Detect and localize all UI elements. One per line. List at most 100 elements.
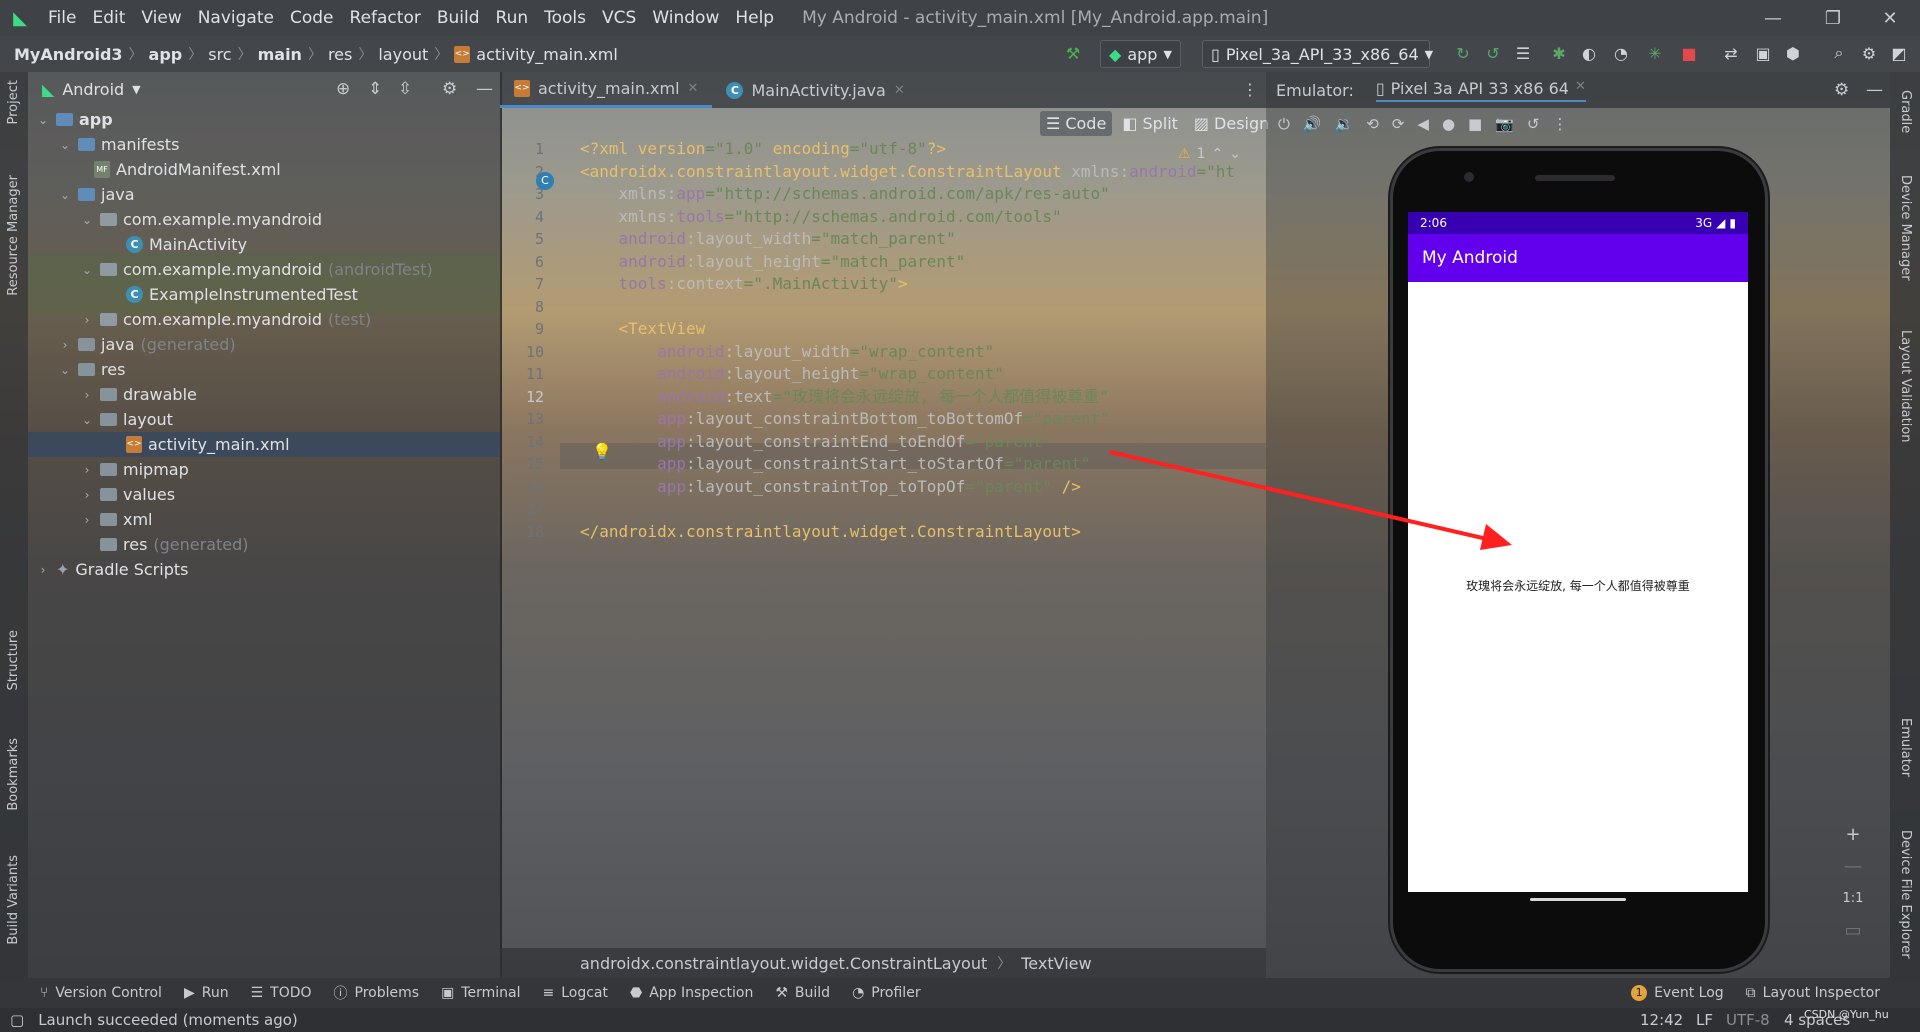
expand-all-icon[interactable]: ⇕ — [368, 79, 382, 99]
menu-tools[interactable]: Tools — [536, 8, 594, 28]
tool-problems[interactable]: ⓘ Problems — [334, 983, 420, 1003]
tool-terminal[interactable]: ▣ Terminal — [441, 985, 520, 1001]
hide-panel-icon[interactable]: — — [1866, 80, 1883, 100]
menu-edit[interactable]: Edit — [84, 8, 133, 28]
camera-icon[interactable]: 📷 — [1495, 115, 1514, 133]
tool-tab-device-manager[interactable]: Device Manager — [1898, 175, 1913, 281]
emulator-device-tab[interactable]: ▯ Pixel 3a API 33 x86 64 ✕ — [1375, 79, 1586, 102]
more-vertical-icon[interactable]: ⋮ — [1242, 80, 1258, 99]
close-tab-icon[interactable]: ✕ — [894, 83, 905, 98]
project-view-mode[interactable]: Android — [62, 80, 124, 99]
profiler-gauge-icon[interactable]: ◔ — [1610, 42, 1632, 64]
tree-item-manifests[interactable]: ⌄ manifests — [58, 132, 179, 157]
gear-icon[interactable]: ⚙ — [1834, 80, 1849, 100]
tool-version-control[interactable]: ⑂ Version Control — [40, 985, 162, 1001]
chevron-down-icon[interactable]: ▼ — [132, 83, 140, 96]
tool-logcat[interactable]: ≡ Logcat — [542, 985, 608, 1001]
tool-todo[interactable]: ☰ TODO — [251, 985, 312, 1001]
menu-run[interactable]: Run — [488, 8, 537, 28]
tab-activity-main-xml[interactable]: <> activity_main.xml ✕ — [500, 72, 713, 108]
device-manager-icon[interactable]: ▣ — [1752, 42, 1774, 64]
mode-design-button[interactable]: ▨ Design — [1188, 111, 1275, 136]
tool-tab-project[interactable]: Project — [6, 80, 21, 124]
tool-tab-bookmarks[interactable]: Bookmarks — [6, 738, 21, 811]
menu-file[interactable]: File — [40, 8, 84, 28]
tree-item-app[interactable]: ⌄ app — [36, 107, 113, 132]
home-icon[interactable]: ● — [1442, 115, 1455, 133]
status-panel-icon[interactable]: ▢ — [10, 1011, 24, 1029]
tree-item-mipmap[interactable]: › mipmap — [80, 457, 189, 482]
overview-icon[interactable]: ■ — [1468, 115, 1482, 133]
gear-icon[interactable]: ⚙ — [1858, 42, 1880, 64]
breadcrumb-project[interactable]: MyAndroid3 — [8, 45, 129, 64]
gear-icon[interactable]: ⚙ — [442, 79, 457, 99]
tool-build[interactable]: ⚒ Build — [775, 985, 830, 1001]
menu-refactor[interactable]: Refactor — [342, 8, 429, 28]
tree-item-xml[interactable]: › xml — [80, 507, 153, 532]
zoom-in-icon[interactable]: + — [1838, 820, 1868, 848]
tool-run[interactable]: ▶ Run — [184, 985, 229, 1001]
sdk-manager-icon[interactable]: ⬢ — [1782, 42, 1804, 64]
tool-tab-build-variants[interactable]: Build Variants — [6, 855, 21, 945]
tool-tab-layout-validation[interactable]: Layout Validation — [1898, 330, 1913, 443]
breadcrumb-module[interactable]: app — [143, 45, 189, 64]
mode-split-button[interactable]: ◧ Split — [1116, 111, 1184, 136]
apply-code-changes-icon[interactable]: ↺ — [1482, 42, 1504, 64]
device-select[interactable]: ▯ Pixel_3a_API_33_x86_64 ▼ — [1202, 40, 1433, 68]
tree-item-activity-main-xml[interactable]: <> activity_main.xml — [126, 432, 290, 457]
zoom-actual-size[interactable]: 1:1 — [1838, 884, 1868, 912]
line-separator[interactable]: LF — [1696, 1011, 1713, 1029]
tree-item-package-test[interactable]: › com.example.myandroid (test) — [80, 307, 372, 332]
tree-item-mainactivity[interactable]: C MainActivity — [126, 232, 247, 257]
tool-tab-device-file-explorer[interactable]: Device File Explorer — [1898, 830, 1913, 959]
more-vertical-icon[interactable]: ⋮ — [1553, 115, 1568, 133]
breadcrumb-res[interactable]: res — [322, 45, 358, 64]
volume-up-icon[interactable]: 🔊 — [1303, 115, 1322, 133]
breadcrumb-layout[interactable]: layout — [372, 45, 434, 64]
rotate-right-icon[interactable]: ⟳ — [1392, 115, 1405, 133]
debug-bug-icon[interactable]: ✱ — [1548, 42, 1570, 64]
tool-tab-emulator[interactable]: Emulator — [1898, 718, 1913, 777]
status-message[interactable]: Launch succeeded (moments ago) — [38, 1011, 298, 1029]
close-tab-icon[interactable]: ✕ — [688, 81, 699, 96]
tree-item-drawable[interactable]: › drawable — [80, 382, 197, 407]
tool-tab-gradle[interactable]: Gradle — [1898, 90, 1913, 133]
tree-item-res-generated[interactable]: res (generated) — [80, 532, 249, 557]
tree-item-androidmanifest[interactable]: MF AndroidManifest.xml — [94, 157, 281, 182]
tool-event-log[interactable]: 1 Event Log — [1631, 985, 1724, 1001]
zoom-fit-icon[interactable]: ▭ — [1838, 916, 1868, 944]
hammer-build-icon[interactable]: ⚒ — [1062, 42, 1084, 64]
coverage-icon[interactable]: ◐ — [1578, 42, 1600, 64]
tree-item-package-androidtest[interactable]: ⌄ com.example.myandroid (androidTest) — [80, 257, 433, 282]
power-icon[interactable]: ⏻ — [1278, 115, 1290, 133]
minimize-icon[interactable]: — — [1743, 0, 1803, 36]
stop-icon[interactable]: ■ — [1678, 42, 1700, 64]
apply-changes-icon[interactable]: ↻ — [1452, 42, 1474, 64]
tree-item-layout[interactable]: ⌄ layout — [80, 407, 173, 432]
tab-mainactivity-java[interactable]: C MainActivity.java ✕ — [712, 72, 918, 108]
ide-logo-icon[interactable]: ◩ — [1888, 42, 1910, 64]
tool-tab-resource-manager[interactable]: Resource Manager — [6, 175, 21, 296]
tree-item-gradle-scripts[interactable]: › ✦ Gradle Scripts — [36, 557, 189, 582]
tree-item-java[interactable]: ⌄ java — [58, 182, 135, 207]
menu-view[interactable]: View — [133, 8, 189, 28]
rotate-left-icon[interactable]: ⟲ — [1366, 115, 1379, 133]
menu-code[interactable]: Code — [282, 8, 342, 28]
locate-icon[interactable]: ⊕ — [336, 79, 350, 99]
menu-window[interactable]: Window — [644, 8, 727, 28]
zoom-out-icon[interactable]: — — [1838, 852, 1868, 880]
file-encoding[interactable]: UTF-8 — [1726, 1011, 1770, 1029]
menu-vcs[interactable]: VCS — [594, 8, 644, 28]
sync-gradle-icon[interactable]: ⇄ — [1720, 42, 1742, 64]
tool-app-inspection[interactable]: ⬣ App Inspection — [630, 985, 753, 1001]
breadcrumb-constraintlayout[interactable]: androidx.constraintlayout.widget.Constra… — [580, 954, 987, 973]
tree-item-java-generated[interactable]: › java (generated) — [58, 332, 236, 357]
menu-navigate[interactable]: Navigate — [190, 8, 282, 28]
menu-help[interactable]: Help — [727, 8, 782, 28]
tool-layout-inspector[interactable]: ⧉ Layout Inspector — [1746, 985, 1880, 1001]
close-icon[interactable]: ✕ — [1860, 0, 1920, 36]
collapse-all-icon[interactable]: ⇳ — [398, 79, 412, 99]
breadcrumb-src[interactable]: src — [202, 45, 237, 64]
tool-tab-structure[interactable]: Structure — [6, 630, 21, 690]
tree-item-package-main[interactable]: ⌄ com.example.myandroid — [80, 207, 322, 232]
